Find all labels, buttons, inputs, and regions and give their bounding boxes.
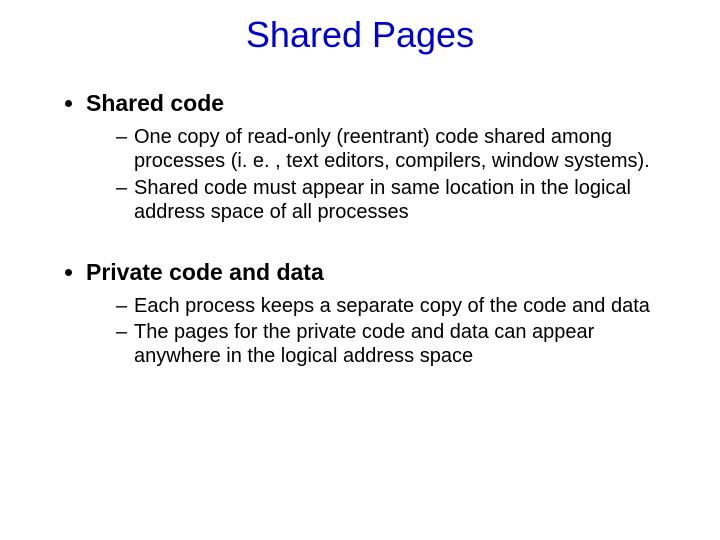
section-private-code: Private code and data Each process keeps… — [86, 259, 680, 369]
sub-item: The pages for the private code and data … — [116, 320, 680, 369]
slide: Shared Pages Shared code One copy of rea… — [0, 0, 720, 540]
bullet-list: Shared code One copy of read-only (reent… — [40, 90, 680, 225]
section-heading: Shared code — [86, 90, 224, 116]
sub-list: One copy of read-only (reentrant) code s… — [86, 125, 680, 225]
sub-item: Shared code must appear in same location… — [116, 176, 680, 225]
sub-item: One copy of read-only (reentrant) code s… — [116, 125, 680, 174]
sub-list: Each process keeps a separate copy of th… — [86, 294, 680, 369]
slide-title: Shared Pages — [40, 14, 680, 56]
sub-item: Each process keeps a separate copy of th… — [116, 294, 680, 318]
bullet-list: Private code and data Each process keeps… — [40, 259, 680, 369]
section-shared-code: Shared code One copy of read-only (reent… — [86, 90, 680, 225]
section-heading: Private code and data — [86, 259, 324, 285]
spacer — [40, 229, 680, 259]
